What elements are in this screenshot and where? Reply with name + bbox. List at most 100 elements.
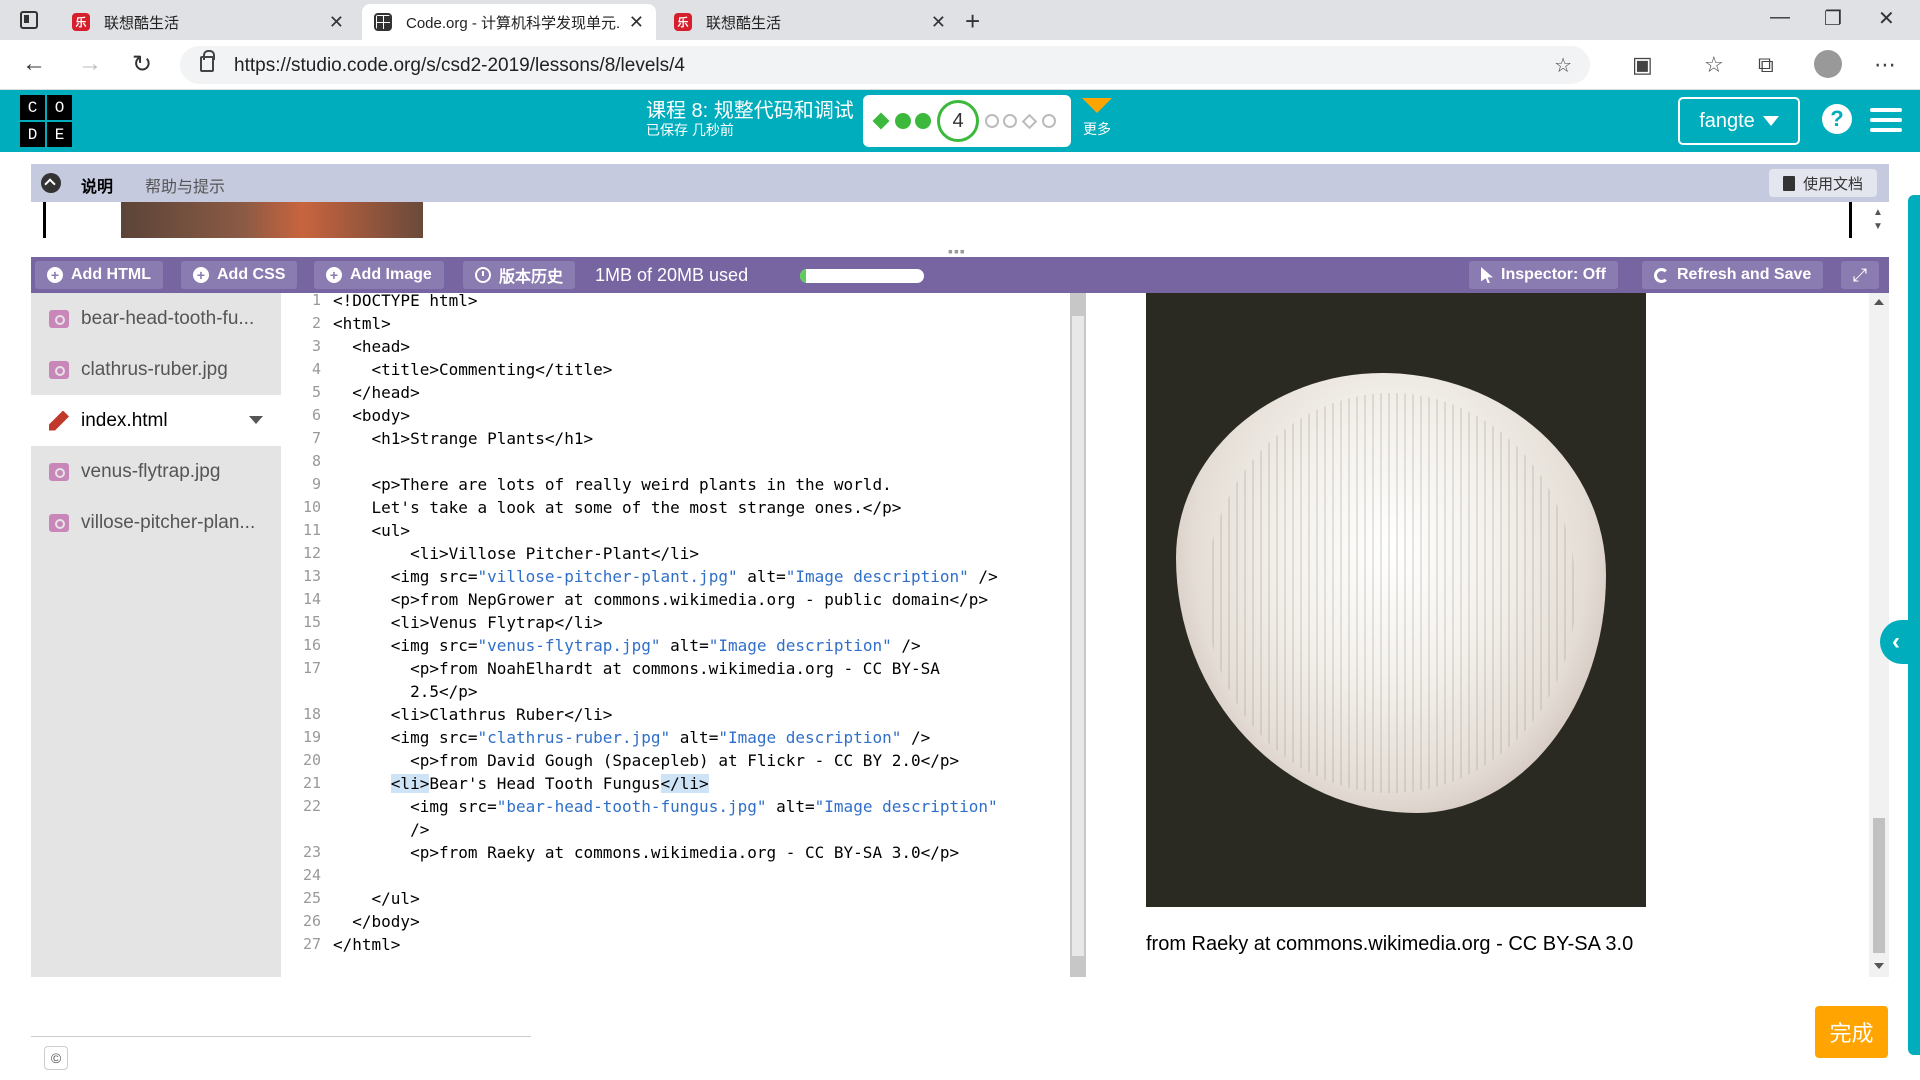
file-menu-caret-icon[interactable] (249, 416, 263, 424)
code-line[interactable]: 24 (281, 864, 1061, 887)
collections-icon[interactable]: ⧉ (1758, 52, 1774, 78)
codeorg-favicon-icon (374, 13, 392, 31)
back-icon[interactable]: ← (22, 50, 46, 78)
version-history-button[interactable]: 版本历史 (463, 261, 576, 289)
code-line[interactable]: 1 <!DOCTYPE html> (281, 293, 1061, 312)
level-2-bubble[interactable] (895, 113, 911, 129)
code-line[interactable]: 21 <li>Bear's Head Tooth Fungus</li> (281, 772, 1061, 795)
tab-actions-icon[interactable] (20, 11, 38, 29)
level-1-bubble[interactable] (872, 112, 890, 130)
finish-button[interactable]: 完成 (1815, 1006, 1888, 1058)
code-line[interactable]: 3 <head> (281, 335, 1061, 358)
code-line[interactable]: /> (281, 818, 1061, 841)
add-favorite-icon[interactable]: ☆ (1554, 53, 1572, 78)
code-line[interactable]: 15 <li>Venus Flytrap</li> (281, 611, 1061, 634)
code-line[interactable]: 16 <img src="venus-flytrap.jpg" alt="Ima… (281, 634, 1061, 657)
file-name: index.html (81, 409, 168, 431)
more-options-icon[interactable]: ⋯ (1874, 52, 1896, 78)
code-line[interactable]: 9 <p>There are lots of really weird plan… (281, 473, 1061, 496)
level-7-bubble[interactable] (1021, 113, 1038, 129)
level-6-bubble[interactable] (1003, 114, 1017, 128)
url-field[interactable]: https://studio.code.org/s/csd2-2019/less… (180, 46, 1590, 84)
code-line[interactable]: 4 <title>Commenting</title> (281, 358, 1061, 381)
code-line[interactable]: 2.5</p> (281, 680, 1061, 703)
code-line[interactable]: 14 <p>from NepGrower at commons.wikimedi… (281, 588, 1061, 611)
code-line[interactable]: 6 <body> (281, 404, 1061, 427)
add-html-button[interactable]: + Add HTML (35, 261, 163, 289)
code-line[interactable]: 23 <p>from Raeky at commons.wikimedia.or… (281, 841, 1061, 864)
line-number: 16 (302, 636, 321, 654)
scroll-up-icon[interactable] (1874, 299, 1884, 305)
code-line[interactable]: 17 <p>from NoahElhardt at commons.wikime… (281, 657, 1061, 680)
storage-usage-text: 1MB of 20MB used (595, 265, 749, 285)
current-level-bubble[interactable]: 4 (937, 100, 979, 142)
code-line[interactable]: 11 <ul> (281, 519, 1061, 542)
forward-icon[interactable]: → (78, 50, 102, 78)
code-line[interactable]: 26 </body> (281, 910, 1061, 933)
level-3-bubble[interactable] (915, 113, 931, 129)
code-line[interactable]: 19 <img src="clathrus-ruber.jpg" alt="Im… (281, 726, 1061, 749)
scroll-down-icon[interactable] (1874, 963, 1884, 969)
close-tab-icon[interactable]: ✕ (931, 12, 946, 33)
help-icon[interactable]: ? (1822, 104, 1852, 134)
code-line[interactable]: 25 </ul> (281, 887, 1061, 910)
tab-instructions[interactable]: 说明 (81, 173, 113, 197)
file-item[interactable]: clathrus-ruber.jpg (31, 344, 281, 395)
file-item[interactable]: villose-pitcher-plan... (31, 497, 281, 548)
browser-tab-3[interactable]: 乐 联想酷生活 ✕ (662, 4, 958, 40)
user-menu-button[interactable]: fangte (1678, 97, 1800, 145)
lock-icon[interactable] (200, 50, 215, 72)
reload-icon[interactable]: ↻ (132, 50, 152, 79)
browser-tab-2[interactable]: Code.org - 计算机科学发现单元... ✕ (362, 4, 656, 40)
code-line[interactable]: 27 </html> (281, 933, 1061, 956)
add-image-button[interactable]: + Add Image (314, 261, 444, 289)
copyright-icon[interactable]: © (44, 1046, 68, 1070)
code-line[interactable]: 10 Let's take a look at some of the most… (281, 496, 1061, 519)
new-tab-icon[interactable]: + (965, 6, 980, 37)
file-item-active[interactable]: index.html (31, 395, 281, 446)
code-line[interactable]: 22 <img src="bear-head-tooth-fungus.jpg"… (281, 795, 1061, 818)
code-line[interactable]: 2 <html> (281, 312, 1061, 335)
url-text[interactable]: https://studio.code.org/s/csd2-2019/less… (234, 55, 685, 77)
code-line[interactable]: 18 <li>Clathrus Ruber</li> (281, 703, 1061, 726)
instructions-scrollbar[interactable]: ▲ ▼ (1873, 206, 1883, 234)
close-tab-icon[interactable]: ✕ (629, 12, 644, 33)
code-editor[interactable]: 1 <!DOCTYPE html> 2 <html> 3 <head> 4 <title>… (281, 293, 1070, 977)
documentation-button[interactable]: 使用文档 (1768, 169, 1877, 197)
favorites-icon[interactable]: ☆ (1704, 52, 1724, 78)
fullscreen-icon[interactable]: ⤢ (1841, 261, 1879, 289)
refresh-save-button[interactable]: Refresh and Save (1642, 261, 1824, 289)
add-css-button[interactable]: + Add CSS (181, 261, 298, 289)
tab-title: Code.org - 计算机科学发现单元... (406, 14, 621, 32)
collapse-instructions-icon[interactable] (41, 173, 61, 193)
extensions-icon[interactable]: ▣ (1632, 52, 1653, 78)
code-text: <img src="clathrus-ruber.jpg" alt="Image… (333, 728, 931, 747)
code-text: <img src="venus-flytrap.jpg" alt="Image … (333, 636, 921, 655)
level-5-bubble[interactable] (985, 114, 999, 128)
preview-scrollbar-thumb[interactable] (1873, 818, 1885, 953)
minimize-icon[interactable]: — (1770, 6, 1790, 29)
code-line[interactable]: 13 <img src="villose-pitcher-plant.jpg" … (281, 565, 1061, 588)
inspector-toggle-button[interactable]: Inspector: Off (1469, 261, 1618, 289)
more-levels-button[interactable]: 更多 (1080, 98, 1114, 139)
profile-avatar[interactable] (1814, 50, 1842, 78)
line-number: 4 (311, 360, 321, 378)
editor-scrollbar-thumb[interactable] (1072, 316, 1084, 956)
lesson-title[interactable]: 课程 8: 规整代码和调试 (646, 94, 854, 123)
close-tab-icon[interactable]: ✕ (329, 12, 344, 33)
code-line[interactable]: 7 <h1>Strange Plants</h1> (281, 427, 1061, 450)
code-line[interactable]: 12 <li>Villose Pitcher-Plant</li> (281, 542, 1061, 565)
code-text: </html> (333, 935, 401, 954)
file-item[interactable]: venus-flytrap.jpg (31, 446, 281, 497)
file-item[interactable]: bear-head-tooth-fu... (31, 293, 281, 344)
code-line[interactable]: 20 <p>from David Gough (Spacepleb) at Fl… (281, 749, 1061, 772)
hamburger-menu-icon[interactable] (1870, 108, 1902, 134)
code-line[interactable]: 5 </head> (281, 381, 1061, 404)
tab-help-tips[interactable]: 帮助与提示 (145, 173, 225, 197)
browser-tab-1[interactable]: 乐 联想酷生活 ✕ (60, 4, 356, 40)
restore-icon[interactable]: ❐ (1824, 6, 1842, 31)
level-8-bubble[interactable] (1042, 114, 1056, 128)
codeorg-logo[interactable]: C O D E (20, 95, 72, 147)
close-window-icon[interactable]: ✕ (1878, 6, 1895, 31)
code-line[interactable]: 8 (281, 450, 1061, 473)
